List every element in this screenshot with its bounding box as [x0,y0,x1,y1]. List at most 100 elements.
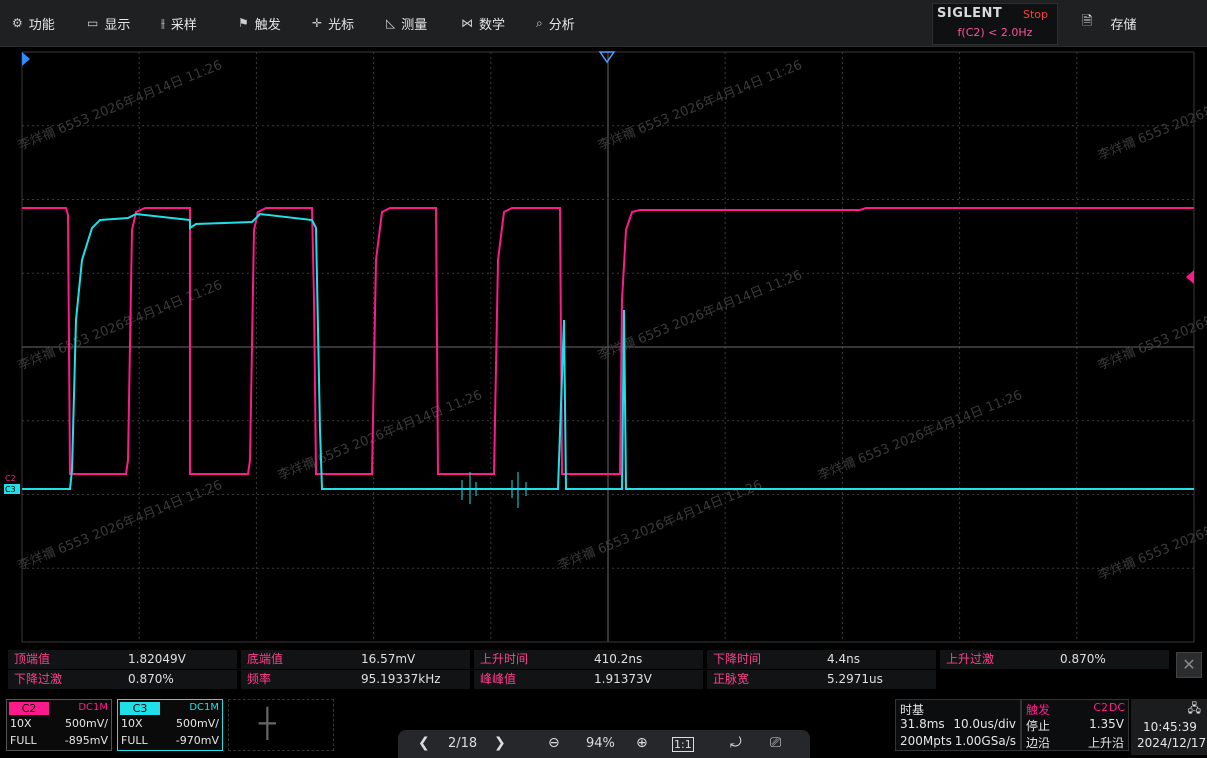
measure-value: 4.4ns [827,652,860,666]
menu-trigger-flag-button[interactable]: ⚑ 触发 [238,10,281,36]
measure-value: 0.870% [128,672,174,686]
menu-label: 数学 [479,17,506,33]
watermark-text: 李烊禰 6553 2026年4月14日 11:26 [276,388,485,484]
measure-label: 顶端值 [14,652,51,666]
timebase-scale: 10.0us/div [953,717,1016,731]
zoom-in-button[interactable]: ⊕ [636,735,648,751]
chevron-left-icon: ❮ [418,735,430,751]
c2-ground-marker: C2 [4,474,18,483]
watermark-text: 李烊禰 6553 2026年4月14日 11:26 [16,278,225,374]
actual-size-button[interactable]: 1:1 [672,737,694,752]
menu-analysis-button[interactable]: ⌕ 分析 [536,10,575,36]
zoom-out-icon: ⊖ [548,735,560,751]
watermark-text: 李烊禰 6553 2026年4月14日 11:26 [16,58,225,154]
measure-value: 16.57mV [361,652,416,666]
c2-probe: 10X [10,717,32,730]
c3-bandwidth: FULL [121,734,148,747]
trigger-panel[interactable]: 触发 C2 DC 停止 1.35V 边沿 上升沿 [1021,699,1129,751]
measure-label: 底端值 [247,652,284,666]
rotate-button[interactable]: ⤾ [730,735,742,751]
add-channel-slot[interactable]: ┼ [228,699,334,751]
watermark-text: 李烊禰 6553 2026年4月14日 11:26 [596,268,805,364]
c3-offset: -970mV [175,734,219,747]
save-button[interactable]: 🗎 存储 [1082,10,1136,36]
measure-value: 0.870% [1060,652,1106,666]
clock-panel: 🖧 10:45:39 2024/12/17 [1131,699,1207,755]
measure-icon: ◺ [386,16,396,30]
measure-label: 频率 [247,672,272,686]
chevron-right-icon: ❯ [494,735,506,751]
measure-value: 1.91373V [594,672,652,686]
zoom-out-button[interactable]: ⊖ [548,735,560,751]
channel-c3-box[interactable]: C3 DC1M 10X 500mV/ FULL -970mV [117,699,223,751]
measurement-panel[interactable]: 顶端值 1.82049V 底端值 16.57mV 上升时间 410.2ns 下降时间 4.4n… [8,650,1170,690]
c2-coupling: DC1M [78,702,108,713]
trigger-position-marker [598,51,616,64]
watermark-text: 李烊禰 6553 2026年4月14日 11:26 [16,478,225,574]
c2-bandwidth: FULL [10,734,37,747]
save-label: 存储 [1110,17,1137,33]
prev-page-button[interactable]: ❮ [418,735,430,751]
measure-value: 1.82049V [128,652,186,666]
c2-scale: 500mV/ [65,717,108,730]
trigger-delay-marker [22,52,30,66]
menu-gear-button[interactable]: ⚙ 功能 [12,10,55,36]
svg-text:C3: C3 [5,485,16,494]
brand-status-panel: SIGLENT Stop f(C2) < 2.0Hz [932,3,1058,45]
menu-acquire-button[interactable]: ⫲ 采样 [161,10,197,36]
comment-button[interactable]: ⎚ [770,735,781,751]
math-icon: ⋈ [461,16,473,30]
page-indicator: 2/18 [448,736,478,751]
measure-value: 95.19337kHz [361,672,441,686]
monitor-icon: ▭ [87,16,99,30]
c2-offset: -895mV [64,734,108,747]
run-status[interactable]: Stop [1023,8,1048,21]
analysis-icon: ⌕ [536,15,543,30]
watermark-text: 李烊禰 6553 2026年4月14日 11:26 [816,388,1025,484]
menu-label: 测量 [401,17,428,33]
trigger-slope: 上升沿 [1087,736,1124,750]
next-page-button[interactable]: ❯ [494,735,506,751]
measure-label: 下降时间 [713,652,762,666]
menu-monitor-button[interactable]: ▭ 显示 [87,10,130,36]
menu-measure-button[interactable]: ◺ 测量 [386,10,427,36]
trigger-type: 边沿 [1026,736,1051,750]
watermark-text: 李烊禰 6553 2026年4月14日 11:26 [1096,278,1207,374]
network-icon: 🖧 [1187,701,1201,715]
measure-label: 正脉宽 [713,672,750,686]
c3-ground-marker: C3 [4,484,20,494]
measure-label: 上升时间 [480,652,529,666]
save-icon: 🗎 [1082,14,1093,29]
measure-label: 峰峰值 [480,672,517,686]
clock-date: 2024/12/17 [1137,736,1207,750]
timebase-title: 时基 [900,703,925,717]
measure-label: 下降过激 [14,672,63,686]
watermark-text: 李烊禰 6553 2026年4月14日 11:26 [1096,68,1207,164]
trigger-level-marker [1186,270,1194,284]
c3-probe: 10X [121,717,143,730]
close-measure-button[interactable]: ✕ [1176,652,1202,678]
menu-label: 触发 [254,17,281,33]
watermark-text: 李烊禰 6553 2026年4月14日 11:26 [596,58,805,154]
trigger-title: 触发 [1026,703,1051,717]
menu-label: 采样 [170,17,197,33]
add-icon: ┼ [259,707,276,740]
menu-cursor-button[interactable]: ✛ 光标 [312,10,354,36]
trigger-coupling: DC [1108,701,1125,714]
cursor-icon: ✛ [312,16,323,30]
waveform-display[interactable]: 李烊禰 6553 2026年4月14日 11:26 李烊禰 6553 2026年4… [0,46,1207,646]
timebase-panel[interactable]: 时基 31.8ms 10.0us/div 200Mpts 1.00GSa/s [895,699,1021,751]
watermark-text: 李烊禰 6553 2026年4月14日 11:26 [1096,488,1207,584]
close-icon: ✕ [1182,655,1196,674]
menu-math-button[interactable]: ⋈ 数学 [461,10,505,36]
clock-time: 10:45:39 [1143,720,1197,734]
watermark-text: 李烊禰 6553 2026年4月14日 11:26 [556,478,765,574]
zoom-in-icon: ⊕ [636,735,648,751]
sample-rate: 1.00GSa/s [954,734,1016,748]
channel-c2-box[interactable]: C2 DC1M 10X 500mV/ FULL -895mV [6,699,112,751]
actual-size-icon: 1:1 [674,738,692,751]
top-menu-bar: ⚙ 功能 ▭ 显示 ⫲ 采样 ⚑ 触发 ✛ 光标 ◺ 测量 ⋈ 数学 ⌕ 分析 SIGLENT Stop f(… [0,0,1207,47]
trigger-flag-icon: ⚑ [238,16,249,30]
memory-depth: 200Mpts [900,734,952,748]
menu-label: 光标 [328,17,355,33]
